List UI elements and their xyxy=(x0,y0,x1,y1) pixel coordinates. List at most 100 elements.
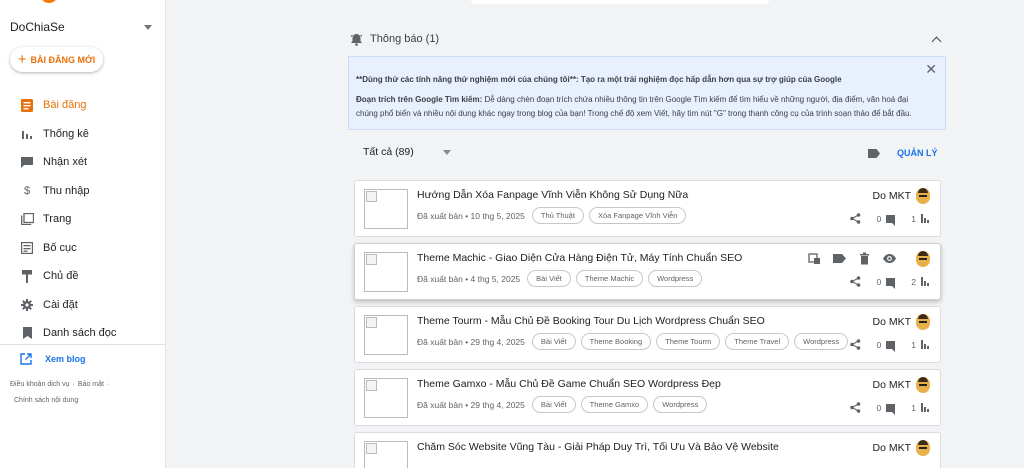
blog-selector[interactable]: DoChiaSe xyxy=(10,18,156,36)
comment-icon xyxy=(886,403,896,415)
gear-icon xyxy=(20,298,34,312)
post-label-chip[interactable]: Theme Machic xyxy=(575,270,644,287)
sidebar-nav: Bài đăng Thống kê Nhận xét $ Thu nhập Tr… xyxy=(0,91,166,348)
blogger-logo[interactable] xyxy=(40,0,58,3)
views-icon xyxy=(921,277,930,286)
post-title[interactable]: Theme Gamxo - Mẫu Chủ Đề Game Chuẩn SEO … xyxy=(417,378,721,390)
post-label-chip[interactable]: Theme Gamxo xyxy=(580,396,649,413)
post-thumbnail[interactable] xyxy=(364,315,408,355)
post-label-chip[interactable]: Wordpress xyxy=(653,396,708,413)
manage-button[interactable]: QUẢN LÝ xyxy=(897,148,938,158)
post-author: Do MKT xyxy=(872,188,930,204)
post-stats: 0 2 xyxy=(849,276,930,289)
post-label-chip[interactable]: Thủ Thuật xyxy=(531,207,584,224)
bookmark-icon xyxy=(20,326,34,340)
post-thumbnail[interactable] xyxy=(364,441,408,468)
notification-header[interactable]: Thông báo (1) xyxy=(350,30,946,48)
post-status: Đã xuất bản • 10 thg 5, 2025 xyxy=(417,210,525,221)
post-label-chip[interactable]: Wordpress xyxy=(648,270,703,287)
footer-links: Điều khoản dịch vụ · Bảo mật · Chính sách n… xyxy=(10,377,160,409)
view-blog-label: Xem blog xyxy=(45,354,86,364)
post-title[interactable]: Theme Machic - Giao Diện Cửa Hàng Điện T… xyxy=(417,252,742,264)
plus-icon: + xyxy=(17,51,27,68)
sidebar-item-layout[interactable]: Bố cục xyxy=(0,234,166,263)
view-blog-link[interactable]: Xem blog xyxy=(20,353,86,365)
share-icon[interactable] xyxy=(849,213,861,224)
trash-icon[interactable] xyxy=(858,252,871,265)
post-row[interactable]: Hướng Dẫn Xóa Fanpage Vĩnh Viễn Không Sử… xyxy=(354,180,941,237)
avatar xyxy=(916,314,930,330)
post-meta: Đã xuất bản • 29 thg 4, 2025 Bài Viết The… xyxy=(417,396,708,413)
paint-roller-icon xyxy=(20,269,34,283)
content-policy-link[interactable]: Chính sách nội dung xyxy=(14,397,78,404)
posts-icon xyxy=(20,98,34,112)
view-count: 1 xyxy=(911,213,916,224)
close-icon[interactable]: ✕ xyxy=(925,62,937,76)
post-row[interactable]: Theme Gamxo - Mẫu Chủ Đề Game Chuẩn SEO … xyxy=(354,369,941,426)
post-row[interactable]: Theme Tourm - Mẫu Chủ Đề Booking Tour Du… xyxy=(354,306,941,363)
share-to-blog-icon[interactable] xyxy=(808,252,821,265)
chevron-up-icon[interactable] xyxy=(931,36,942,46)
layout-icon xyxy=(20,241,34,255)
comment-icon xyxy=(20,155,34,169)
post-meta: Đã xuất bản • 29 thg 4, 2025 Bài Viết The… xyxy=(417,333,849,350)
notification-line2: Đoạn trích trên Google Tìm kiếm: Dễ dàng… xyxy=(356,93,915,121)
chevron-down-icon xyxy=(442,149,451,155)
manage-labels[interactable]: QUẢN LÝ xyxy=(868,148,938,158)
share-icon[interactable] xyxy=(849,276,861,287)
post-thumbnail[interactable] xyxy=(364,252,408,292)
label-icon[interactable] xyxy=(833,252,846,265)
sidebar-item-label: Nhận xét xyxy=(43,156,88,169)
sidebar-item-posts[interactable]: Bài đăng xyxy=(0,91,166,120)
share-icon[interactable] xyxy=(849,339,861,350)
terms-link[interactable]: Điều khoản dịch vụ xyxy=(10,381,70,388)
bell-icon xyxy=(350,33,363,46)
sidebar-item-comments[interactable]: Nhận xét xyxy=(0,148,166,177)
sidebar-item-theme[interactable]: Chủ đề xyxy=(0,262,166,291)
sidebar-item-label: Thống kê xyxy=(43,127,89,140)
post-thumbnail[interactable] xyxy=(364,378,408,418)
post-status: Đã xuất bản • 4 thg 5, 2025 xyxy=(417,273,521,284)
views-icon xyxy=(921,403,930,412)
post-label-chip[interactable]: Theme Travel xyxy=(725,333,790,350)
footer-separator: · xyxy=(72,381,75,388)
search-bar[interactable] xyxy=(470,0,770,4)
post-status: Đã xuất bản • 29 thg 4, 2025 xyxy=(417,399,525,410)
post-title[interactable]: Theme Tourm - Mẫu Chủ Đề Booking Tour Du… xyxy=(417,315,765,327)
privacy-link[interactable]: Bảo mật xyxy=(78,381,104,388)
blog-name: DoChiaSe xyxy=(10,20,65,34)
share-icon[interactable] xyxy=(849,402,861,413)
post-row[interactable]: Chăm Sóc Website Vũng Tàu - Giải Pháp Du… xyxy=(354,432,941,468)
sidebar-item-stats[interactable]: Thống kê xyxy=(0,120,166,149)
post-label-chip[interactable]: Theme Tourm xyxy=(656,333,721,350)
label-icon[interactable] xyxy=(868,148,880,158)
eye-icon[interactable] xyxy=(883,252,896,265)
post-label-chip[interactable]: Bài Viết xyxy=(531,333,576,350)
post-label-chip[interactable]: Xóa Fanpage Vĩnh Viễn xyxy=(588,207,687,224)
post-author: Do MKT xyxy=(872,314,930,330)
comment-count: 0 xyxy=(876,339,882,350)
sidebar-item-pages[interactable]: Trang xyxy=(0,205,166,234)
sidebar-divider xyxy=(0,344,166,345)
post-title[interactable]: Chăm Sóc Website Vũng Tàu - Giải Pháp Du… xyxy=(417,441,779,453)
sidebar-item-label: Bài đăng xyxy=(43,99,87,112)
sidebar-item-label: Chủ đề xyxy=(43,270,79,283)
new-post-label: BÀI ĐĂNG MỚI xyxy=(30,54,96,65)
sidebar-item-settings[interactable]: Cài đặt xyxy=(0,291,166,320)
sidebar-item-label: Trang xyxy=(43,213,72,226)
post-row[interactable]: Theme Machic - Giao Diện Cửa Hàng Điện T… xyxy=(354,243,941,300)
post-filter-dropdown[interactable]: Tất cả (89) xyxy=(363,146,455,158)
post-title[interactable]: Hướng Dẫn Xóa Fanpage Vĩnh Viễn Không Sử… xyxy=(417,189,688,201)
sidebar-item-label: Thu nhập xyxy=(43,184,90,197)
post-label-chip[interactable]: Bài Viết xyxy=(531,396,576,413)
new-post-button[interactable]: + BÀI ĐĂNG MỚI xyxy=(10,47,103,72)
author-name: Do MKT xyxy=(872,379,911,391)
post-thumbnail[interactable] xyxy=(364,189,408,229)
sidebar-item-earnings[interactable]: $ Thu nhập xyxy=(0,177,166,206)
post-label-chip[interactable]: Bài Viết xyxy=(527,270,571,287)
comment-icon xyxy=(886,214,896,226)
post-stats: 0 1 xyxy=(849,339,930,352)
post-label-chip[interactable]: Wordpress xyxy=(794,333,849,350)
stats-icon xyxy=(20,127,34,141)
post-label-chip[interactable]: Theme Booking xyxy=(580,333,652,350)
